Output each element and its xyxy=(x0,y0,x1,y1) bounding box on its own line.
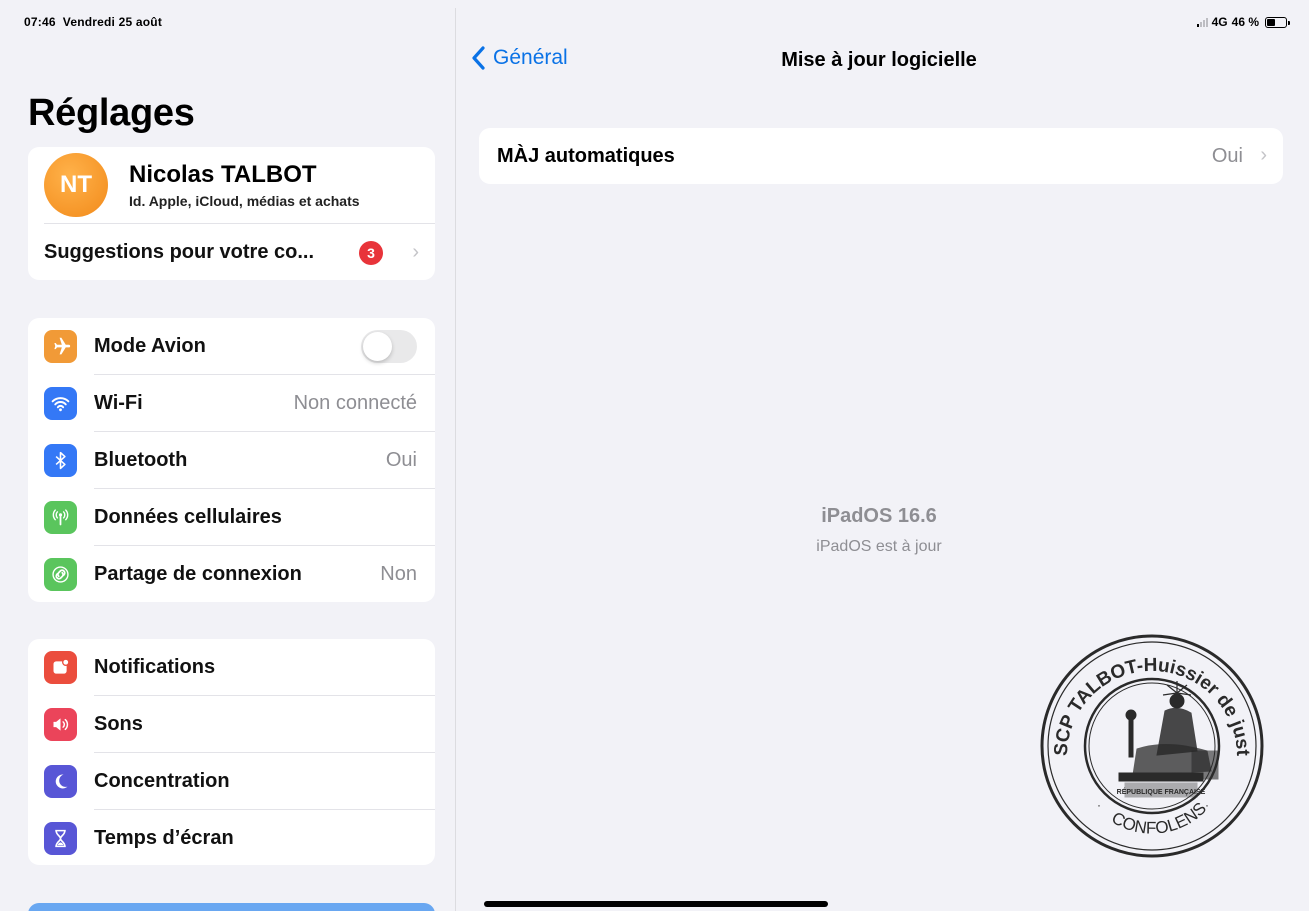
ipad-screen: 07:46 Vendredi 25 août Réglages NT Nicol… xyxy=(8,8,1301,911)
auto-update-row[interactable]: MÀJ automatiques Oui › xyxy=(479,128,1283,184)
profile-subtitle: Id. Apple, iCloud, médias et achats xyxy=(129,193,360,209)
sidebar-item-hotspot[interactable]: Partage de connexion Non xyxy=(28,546,435,602)
svg-text:SCP TALBOT-Huissier de justice: SCP TALBOT-Huissier de justice associé xyxy=(1037,631,1253,757)
stamp-inner-text: RÉPUBLIQUE FRANÇAISE xyxy=(1117,787,1206,796)
stamp-bottom-text: CONFOLENS xyxy=(1108,799,1210,838)
bailiff-seal-stamp: SCP TALBOT-Huissier de justice associé C… xyxy=(1037,631,1264,858)
sound-icon xyxy=(44,708,77,741)
sidebar-item-label: Bluetooth xyxy=(94,449,188,471)
auto-update-label: MÀJ automatiques xyxy=(497,145,675,167)
sidebar-item-bluetooth[interactable]: Bluetooth Oui xyxy=(28,432,435,489)
status-date: Vendredi 25 août xyxy=(62,15,163,29)
sidebar-item-label: Wi-Fi xyxy=(94,392,143,414)
cellular-icon xyxy=(44,501,77,534)
home-indicator[interactable] xyxy=(484,901,828,907)
suggestions-row[interactable]: Suggestions pour votre co... 3 › xyxy=(28,224,435,280)
bluetooth-status: Oui xyxy=(385,449,417,471)
sidebar-item-label: Données cellulaires xyxy=(94,506,282,528)
detail-pane: 4G 46 % Général Mise à jour logicielle M… xyxy=(457,8,1301,911)
chevron-right-icon: › xyxy=(412,241,419,263)
signal-strength-icon xyxy=(1196,17,1208,27)
sidebar-item-sounds[interactable]: Sons xyxy=(28,696,435,753)
svg-text:CONFOLENS: CONFOLENS xyxy=(1108,799,1210,838)
avatar: NT xyxy=(44,153,108,217)
hourglass-icon xyxy=(44,822,77,855)
sidebar-item-wifi[interactable]: Wi-Fi Non connecté xyxy=(28,375,435,432)
os-version: iPadOS 16.6 xyxy=(821,505,937,527)
airplane-mode-toggle[interactable] xyxy=(361,330,417,363)
battery-percent: 46 % xyxy=(1231,15,1259,29)
battery-level xyxy=(1267,18,1276,26)
sidebar-item-label: Partage de connexion xyxy=(94,563,302,585)
bluetooth-icon xyxy=(44,444,77,477)
suggestions-label: Suggestions pour votre co... xyxy=(44,241,315,263)
sidebar-item-screen-time[interactable]: Temps d’écran xyxy=(28,810,435,865)
status-time: 07:46 xyxy=(24,15,56,29)
profile-group: NT Nicolas TALBOT Id. Apple, iCloud, méd… xyxy=(28,147,435,280)
hotspot-icon xyxy=(44,558,77,591)
settings-sidebar: 07:46 Vendredi 25 août Réglages NT Nicol… xyxy=(8,8,456,911)
status-time-date: 07:46 Vendredi 25 août xyxy=(24,15,162,29)
sidebar-item-airplane-mode[interactable]: Mode Avion xyxy=(28,318,435,375)
airplane-icon xyxy=(44,330,77,363)
svg-text:·: · xyxy=(1097,798,1101,812)
apple-id-row[interactable]: NT Nicolas TALBOT Id. Apple, iCloud, méd… xyxy=(28,147,435,223)
auto-update-value: Oui xyxy=(1211,145,1243,167)
sidebar-selected-item-peek[interactable] xyxy=(28,903,435,911)
profile-name: Nicolas TALBOT xyxy=(129,161,317,188)
notifications-group: Notifications Sons Concentration Temps d… xyxy=(28,639,435,865)
connectivity-group: Mode Avion Wi-Fi Non connecté Bluetooth … xyxy=(28,318,435,602)
network-type: 4G xyxy=(1211,15,1228,29)
wifi-icon xyxy=(44,387,77,420)
sidebar-item-notifications[interactable]: Notifications xyxy=(28,639,435,696)
svg-text:·: · xyxy=(1205,798,1209,812)
stamp-top-text: SCP TALBOT-Huissier de justice associé xyxy=(1037,631,1253,757)
wifi-status: Non connecté xyxy=(293,392,417,414)
sidebar-item-cellular[interactable]: Données cellulaires xyxy=(28,489,435,546)
sidebar-item-label: Mode Avion xyxy=(94,335,206,357)
battery-icon xyxy=(1265,16,1290,28)
hotspot-status: Non xyxy=(380,563,417,585)
sidebar-item-label: Concentration xyxy=(94,770,230,792)
toggle-knob xyxy=(363,332,392,361)
notifications-icon xyxy=(44,651,77,684)
sidebar-title: Réglages xyxy=(28,92,195,134)
status-indicators: 4G 46 % xyxy=(1196,15,1290,29)
chevron-right-icon: › xyxy=(1260,144,1267,166)
sidebar-item-label: Notifications xyxy=(94,656,216,678)
page-title: Mise à jour logicielle xyxy=(781,49,977,71)
suggestions-badge: 3 xyxy=(359,240,383,265)
sidebar-item-label: Temps d’écran xyxy=(94,827,234,849)
moon-icon xyxy=(44,765,77,798)
os-status: iPadOS est à jour xyxy=(816,538,942,555)
sidebar-item-label: Sons xyxy=(94,713,143,735)
sidebar-item-focus[interactable]: Concentration xyxy=(28,753,435,810)
